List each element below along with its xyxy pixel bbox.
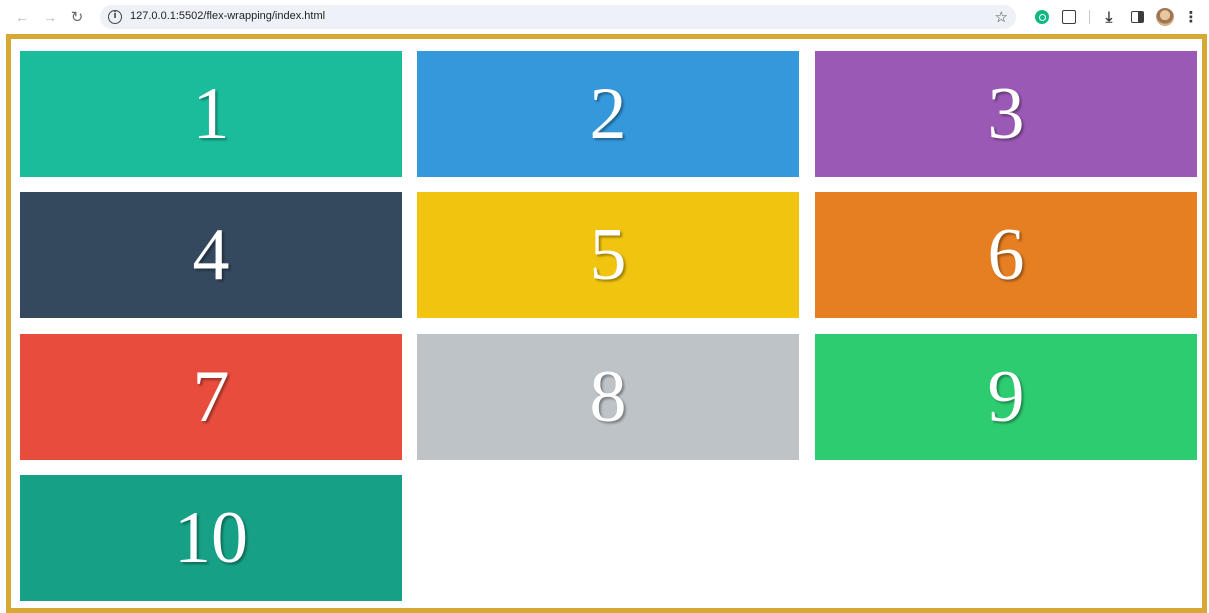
- menu-button[interactable]: ⋮: [1183, 8, 1199, 26]
- flex-item-1: 1: [20, 51, 402, 177]
- profile-button[interactable]: [1155, 8, 1175, 26]
- browser-toolbar: ← → ↻ i 127.0.0.1:5502/flex-wrapping/ind…: [0, 0, 1209, 34]
- flex-item-label: 9: [987, 356, 1025, 438]
- flex-item-label: 3: [987, 73, 1025, 155]
- reload-icon: ↻: [70, 9, 84, 26]
- download-icon: ⤓: [1105, 8, 1113, 26]
- address-bar[interactable]: i 127.0.0.1:5502/flex-wrapping/index.htm…: [100, 5, 1016, 29]
- flex-item-label: 4: [192, 214, 230, 296]
- url-text[interactable]: 127.0.0.1:5502/flex-wrapping/index.html: [130, 10, 325, 22]
- flex-item-9: 9: [815, 334, 1197, 460]
- puzzle-icon: [1062, 10, 1076, 24]
- reload-button[interactable]: ↻: [67, 6, 87, 28]
- flex-item-10: 10: [20, 475, 402, 601]
- flex-items-grid: 1 2 3 4 5 6 7 8 9 10: [11, 39, 1202, 608]
- green-extension-button[interactable]: [1033, 8, 1051, 26]
- star-icon[interactable]: ☆: [995, 8, 1008, 26]
- flex-item-label: 5: [589, 214, 627, 296]
- back-button[interactable]: ←: [12, 6, 32, 28]
- side-panel-icon: [1130, 11, 1144, 23]
- extensions-button[interactable]: [1060, 8, 1078, 26]
- forward-button[interactable]: →: [40, 6, 60, 28]
- toolbar-divider: [1089, 10, 1090, 24]
- flex-item-2: 2: [417, 51, 799, 177]
- green-extension-icon: [1035, 10, 1049, 24]
- kebab-menu-icon: ⋮: [1183, 8, 1199, 26]
- flex-item-label: 6: [987, 214, 1025, 296]
- side-panel-button[interactable]: [1128, 8, 1146, 26]
- flex-item-label: 7: [192, 356, 230, 438]
- flex-item-4: 4: [20, 192, 402, 318]
- flex-item-label: 1: [192, 73, 230, 155]
- flex-container: 1 2 3 4 5 6 7 8 9 10: [6, 34, 1207, 613]
- avatar: [1156, 8, 1174, 26]
- flex-item-7: 7: [20, 334, 402, 460]
- flex-item-6: 6: [815, 192, 1197, 318]
- downloads-button[interactable]: ⤓: [1100, 8, 1118, 26]
- arrow-left-icon: ←: [15, 9, 29, 25]
- flex-item-8: 8: [417, 334, 799, 460]
- flex-item-label: 10: [174, 497, 248, 579]
- arrow-right-icon: →: [43, 9, 57, 25]
- flex-item-5: 5: [417, 192, 799, 318]
- flex-item-label: 2: [589, 73, 627, 155]
- info-icon[interactable]: i: [108, 10, 122, 24]
- flex-item-3: 3: [815, 51, 1197, 177]
- flex-item-label: 8: [589, 356, 627, 438]
